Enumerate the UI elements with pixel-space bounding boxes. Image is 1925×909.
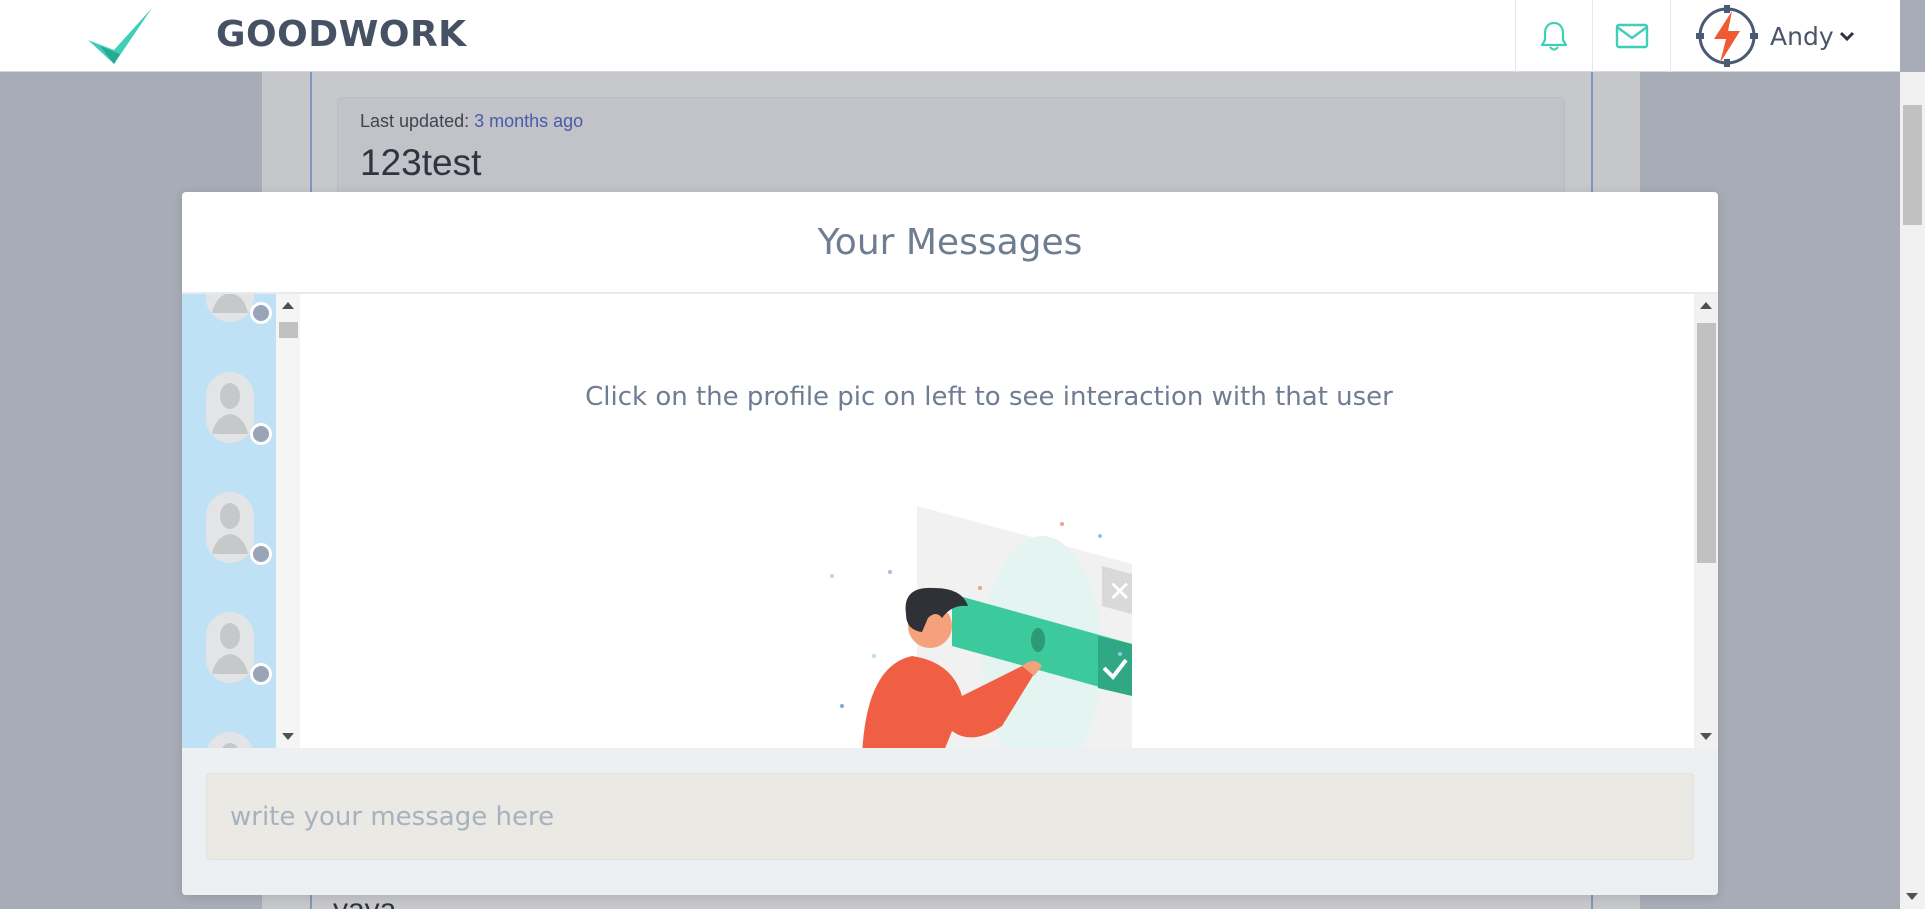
- contact-avatar[interactable]: [204, 730, 256, 748]
- contact-avatar[interactable]: [204, 490, 272, 565]
- user-placeholder-icon: [206, 294, 254, 322]
- user-name: Andy: [1770, 21, 1834, 51]
- last-updated-label: Last updated:: [360, 111, 470, 131]
- contact-avatar[interactable]: [204, 610, 272, 685]
- contact-scrollbar-thumb[interactable]: [279, 322, 298, 338]
- empty-state-hint: Click on the profile pic on left to see …: [585, 382, 1393, 412]
- project-title: 123test: [360, 142, 482, 183]
- status-dot: [250, 663, 272, 685]
- user-menu[interactable]: Andy: [1670, 0, 1900, 72]
- contact-avatar[interactable]: [204, 294, 272, 324]
- user-placeholder-icon: [206, 612, 254, 683]
- person-verifying-checkmark-illustration: ✕: [830, 506, 1132, 748]
- status-dot: [250, 543, 272, 565]
- status-dot: [250, 423, 272, 445]
- user-placeholder-icon: [207, 732, 253, 748]
- contact-list[interactable]: [182, 294, 276, 748]
- status-dot: [250, 302, 272, 324]
- messages-button[interactable]: [1592, 0, 1670, 72]
- user-placeholder-icon: [206, 372, 254, 443]
- svg-text:✕: ✕: [1108, 575, 1131, 608]
- contact-scroll-up-arrow[interactable]: [282, 302, 294, 309]
- envelope-icon: [1615, 23, 1648, 49]
- checkmark-logo-icon[interactable]: [84, 6, 156, 66]
- contact-scroll-down-arrow[interactable]: [282, 733, 294, 740]
- conversation-panel: Click on the profile pic on left to see …: [302, 296, 1676, 748]
- chevron-down-icon: [1839, 31, 1854, 41]
- lightning-badge-icon: [1696, 5, 1758, 67]
- message-input[interactable]: [206, 773, 1694, 860]
- conversation-scroll-up-arrow[interactable]: [1700, 302, 1712, 309]
- contact-avatar[interactable]: [204, 370, 272, 445]
- message-composer: [182, 748, 1718, 895]
- next-item-title: yaya: [333, 893, 396, 909]
- page-scrollbar-thumb[interactable]: [1903, 105, 1922, 225]
- top-navbar: GOODWORK Andy: [0, 0, 1900, 72]
- page-scroll-down-arrow[interactable]: [1906, 893, 1918, 900]
- bell-icon: [1540, 21, 1568, 51]
- modal-title: Your Messages: [182, 192, 1718, 294]
- last-updated-value: 3 months ago: [474, 111, 584, 131]
- messages-modal: Your Messages Click on the profile pic o…: [182, 192, 1718, 895]
- brand-name[interactable]: GOODWORK: [216, 14, 467, 55]
- contact-list-scrollbar[interactable]: [276, 294, 300, 748]
- user-placeholder-icon: [206, 492, 254, 563]
- conversation-scroll-down-arrow[interactable]: [1700, 733, 1712, 740]
- last-updated: Last updated: 3 months ago: [360, 111, 583, 132]
- notifications-button[interactable]: [1515, 0, 1592, 72]
- conversation-scrollbar-thumb[interactable]: [1697, 323, 1716, 563]
